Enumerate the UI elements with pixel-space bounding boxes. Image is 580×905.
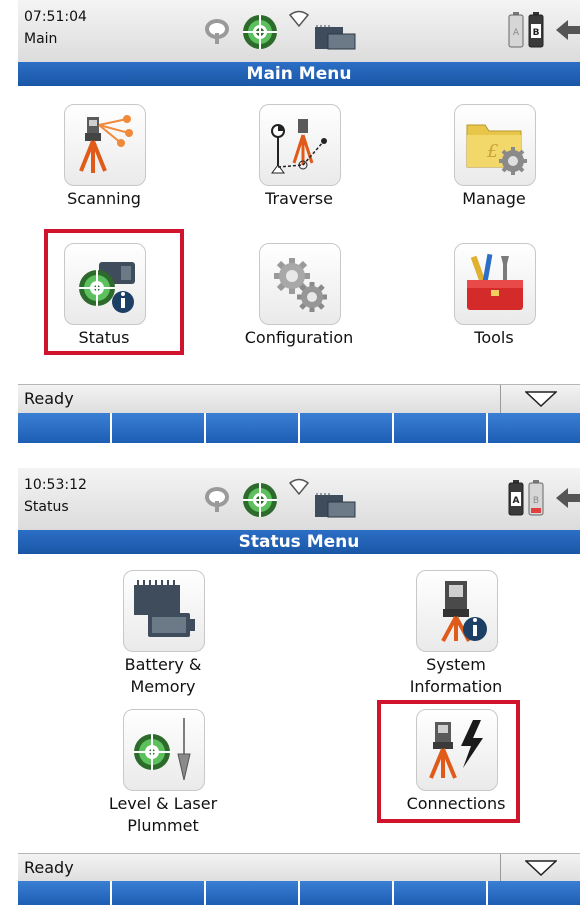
- dropdown-button[interactable]: [500, 854, 580, 882]
- tripod-icon[interactable]: [203, 486, 231, 514]
- footer-status-text: Ready: [24, 389, 74, 408]
- memory-card-icon[interactable]: [314, 24, 356, 50]
- softkey-6[interactable]: [488, 413, 580, 443]
- level-target-icon[interactable]: [241, 481, 279, 519]
- softkey-6[interactable]: [488, 881, 580, 905]
- svg-text:A: A: [513, 28, 520, 38]
- softkey-4[interactable]: [300, 881, 394, 905]
- softkey-2[interactable]: [112, 881, 206, 905]
- tile-label: System Information: [409, 655, 503, 696]
- tile-label: Traverse: [265, 189, 333, 208]
- wireless-icon[interactable]: [288, 10, 310, 28]
- softkey-bar: [18, 413, 580, 443]
- tile-button[interactable]: [123, 709, 205, 791]
- clock: 10:53:12: [24, 477, 87, 493]
- battery-memory-icon: [134, 580, 195, 637]
- softkey-1[interactable]: [18, 881, 112, 905]
- manage-folder-icon: £: [466, 124, 527, 175]
- dropdown-triangle-icon: [525, 391, 557, 407]
- status-bar: 10:53:12 Status A B: [18, 468, 580, 531]
- softkey-5[interactable]: [394, 881, 488, 905]
- tile-label: Configuration: [244, 328, 354, 347]
- tile-button[interactable]: [416, 570, 498, 652]
- tile-label: Battery & Memory: [124, 655, 202, 696]
- dropdown-button[interactable]: [500, 385, 580, 413]
- main-menu-screen: 07:51:04 Main A B Main Menu Scanning Tra…: [18, 0, 580, 443]
- tile-label: Scanning: [67, 189, 141, 208]
- back-arrow-icon[interactable]: [554, 484, 580, 512]
- softkey-1[interactable]: [18, 413, 112, 443]
- toolbox-icon: [467, 253, 523, 310]
- tile-button[interactable]: [454, 243, 536, 325]
- tile-label: Status: [78, 328, 130, 347]
- mode-label: Status: [24, 499, 69, 515]
- dropdown-triangle-icon: [525, 860, 557, 876]
- softkey-bar: [18, 881, 580, 905]
- tile-button[interactable]: [259, 104, 341, 186]
- softkey-2[interactable]: [112, 413, 206, 443]
- back-arrow-icon[interactable]: [554, 16, 580, 44]
- tripod-icon[interactable]: [203, 18, 231, 46]
- battery-b-icon[interactable]: B: [528, 480, 544, 516]
- softkey-3[interactable]: [206, 413, 300, 443]
- status-footer: Ready: [18, 384, 580, 413]
- tile-button[interactable]: [64, 104, 146, 186]
- svg-text:B: B: [533, 28, 540, 38]
- page-title: Status Menu: [18, 530, 580, 554]
- status-bar: 07:51:04 Main A B: [18, 0, 580, 63]
- tile-label: Tools: [474, 328, 514, 347]
- footer-status-text: Ready: [24, 858, 74, 877]
- tile-label: Connections: [406, 794, 506, 813]
- tile-label: Level & Laser Plummet: [108, 794, 218, 835]
- gears-icon: [274, 258, 327, 312]
- system-info-icon: [441, 581, 487, 642]
- softkey-3[interactable]: [206, 881, 300, 905]
- svg-text:B: B: [533, 496, 539, 506]
- level-plummet-icon: [134, 718, 191, 781]
- softkey-5[interactable]: [394, 413, 488, 443]
- status-footer: Ready: [18, 853, 580, 882]
- traverse-icon: [271, 119, 327, 174]
- battery-a-icon[interactable]: A: [508, 12, 524, 48]
- status-menu-screen: 10:53:12 Status A B Status Menu Battery …: [18, 468, 580, 905]
- page-title: Main Menu: [18, 62, 580, 86]
- connections-icon: [429, 720, 483, 779]
- mode-label: Main: [24, 31, 58, 47]
- battery-b-icon[interactable]: B: [528, 12, 544, 48]
- level-target-icon[interactable]: [241, 13, 279, 51]
- tile-button[interactable]: [64, 243, 146, 325]
- scanning-icon: [79, 115, 133, 173]
- tile-button[interactable]: [123, 570, 205, 652]
- tile-button[interactable]: £: [454, 104, 536, 186]
- status-icon: [79, 262, 135, 313]
- svg-text:£: £: [486, 141, 498, 162]
- svg-text:A: A: [513, 496, 520, 506]
- tile-label: Manage: [462, 189, 526, 208]
- wireless-icon[interactable]: [288, 478, 310, 496]
- clock: 07:51:04: [24, 9, 87, 25]
- softkey-4[interactable]: [300, 413, 394, 443]
- tile-button[interactable]: [259, 243, 341, 325]
- tile-button[interactable]: [416, 709, 498, 791]
- battery-a-icon[interactable]: A: [508, 480, 524, 516]
- memory-card-icon[interactable]: [314, 492, 356, 518]
